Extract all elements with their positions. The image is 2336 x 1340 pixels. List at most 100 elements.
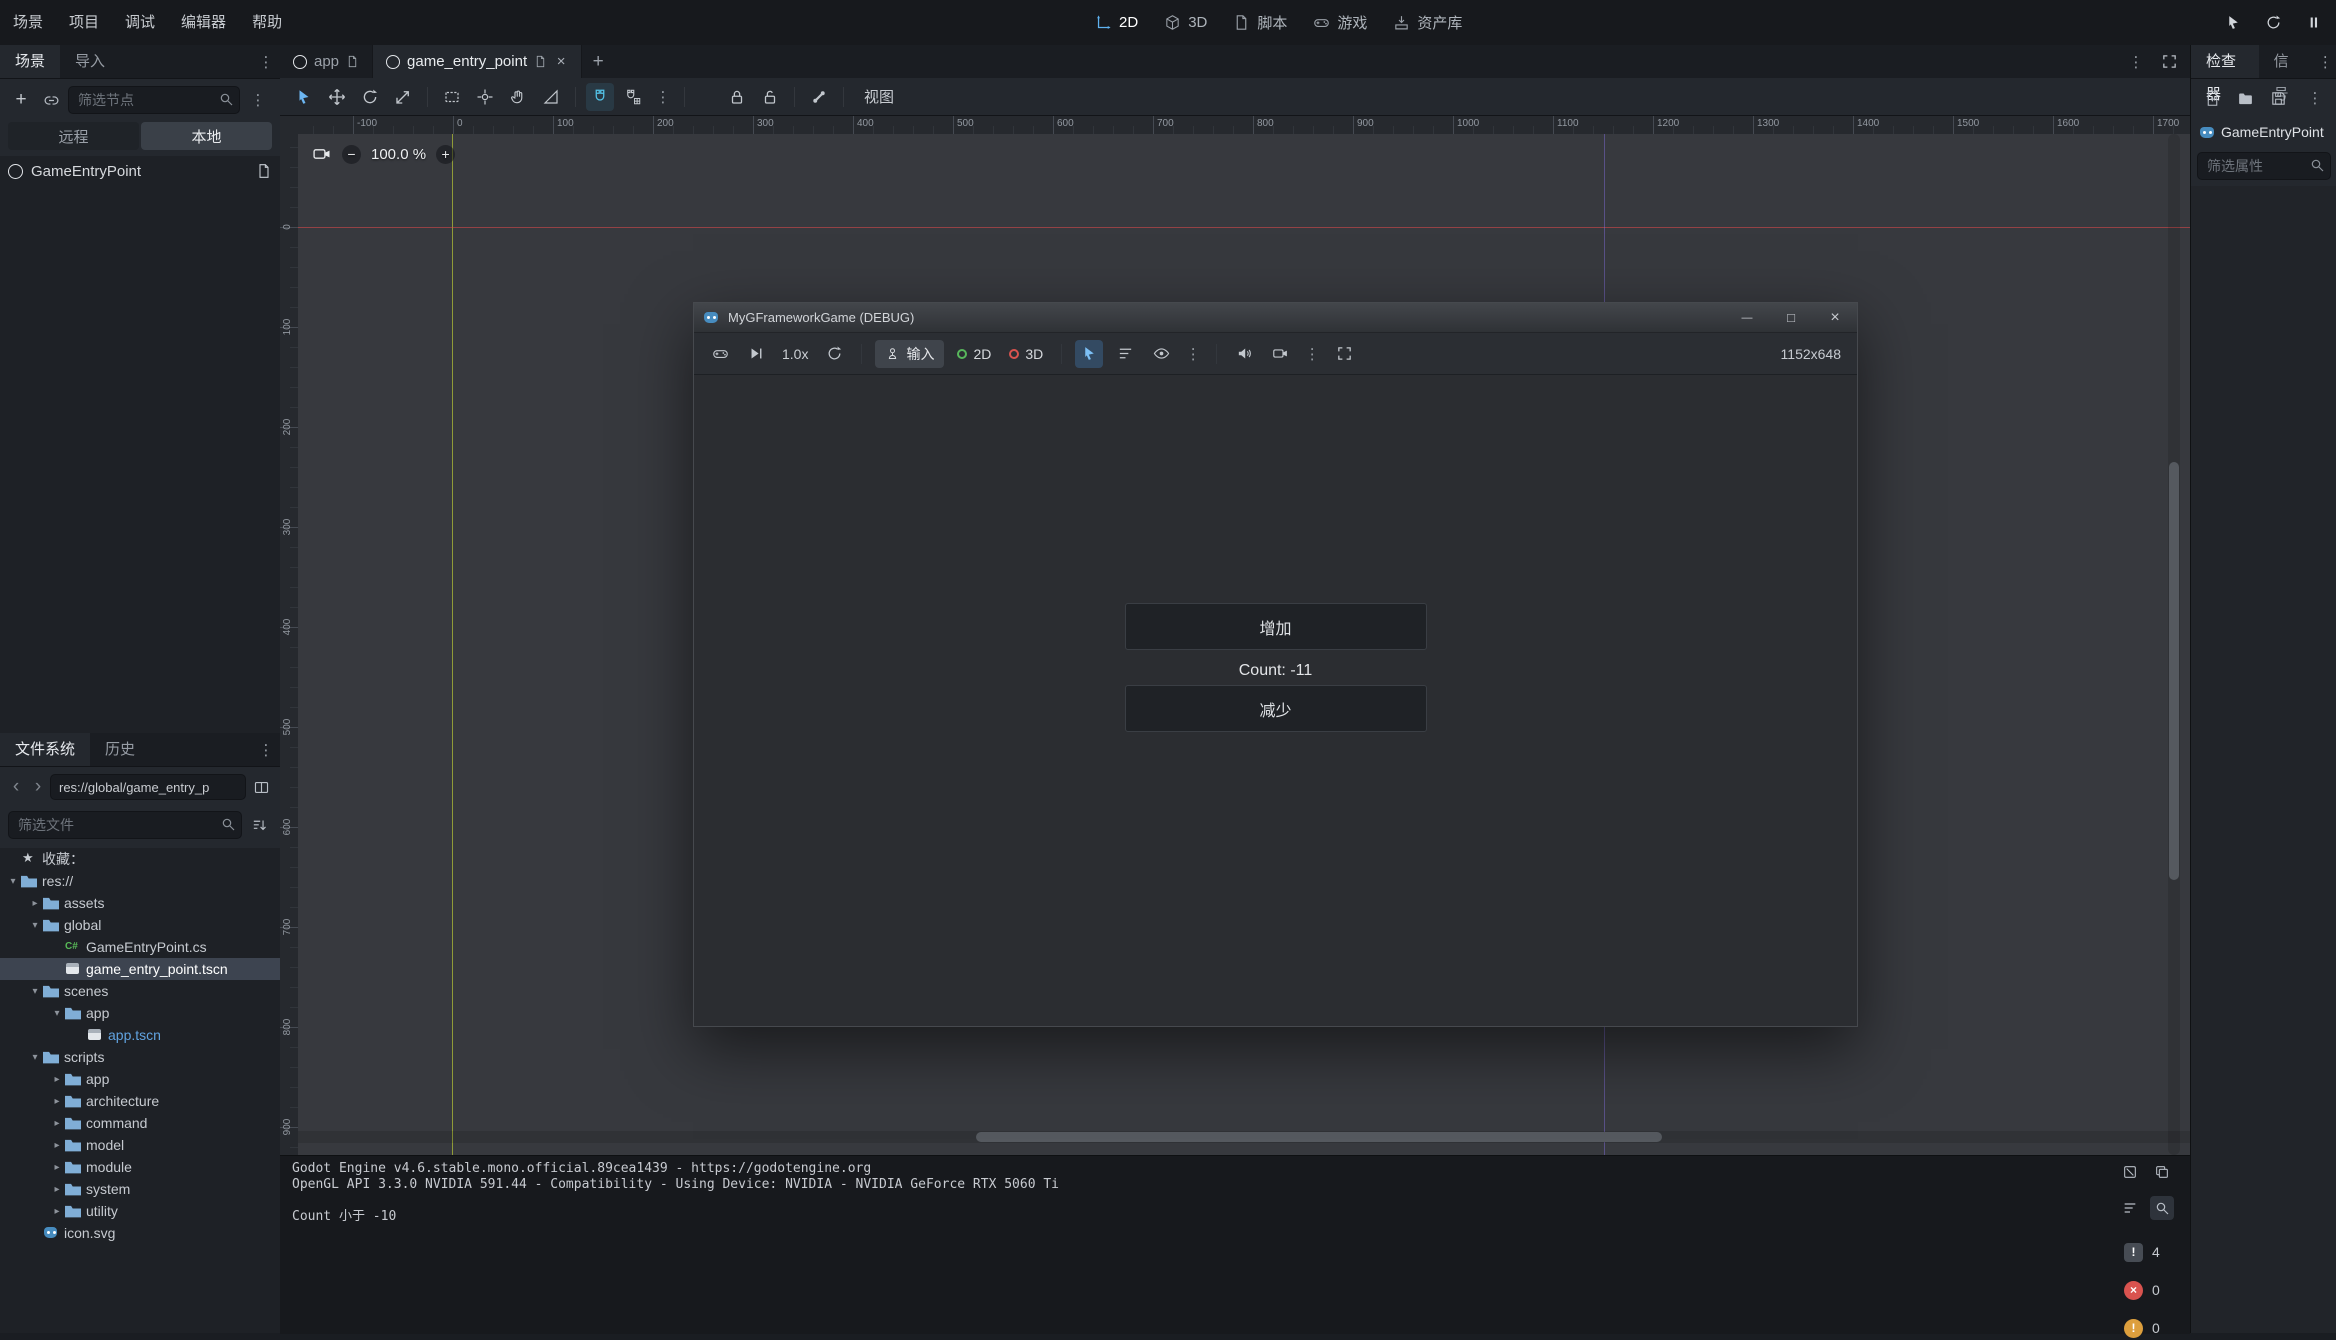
expand-arrow-icon[interactable]: [6, 876, 20, 887]
tab-history[interactable]: 历史: [90, 733, 150, 766]
expand-arrow-icon[interactable]: [50, 1184, 64, 1195]
next-frame-button[interactable]: [742, 340, 770, 368]
file-tree-row[interactable]: model: [0, 1134, 280, 1156]
file-tree-row[interactable]: app: [0, 1068, 280, 1090]
list-select-button[interactable]: [438, 83, 466, 111]
collapse-duplicates-button[interactable]: [2118, 1196, 2142, 1220]
output-filter-counter[interactable]: 4: [2124, 1240, 2160, 1264]
local-button[interactable]: 本地: [141, 122, 272, 150]
expand-arrow-icon[interactable]: [50, 1096, 64, 1107]
close-button[interactable]: [1813, 303, 1857, 332]
pause-button[interactable]: [2300, 10, 2326, 36]
scene-tree-options-icon[interactable]: [244, 91, 272, 109]
file-tree-row[interactable]: utility: [0, 1200, 280, 1222]
remote-button[interactable]: 远程: [8, 122, 139, 150]
expand-arrow-icon[interactable]: [28, 920, 42, 931]
file-tree-row[interactable]: scripts: [0, 1046, 280, 1068]
horizontal-ruler[interactable]: -100010020030040050060070080090010001100…: [298, 116, 2190, 135]
close-tab-icon[interactable]: [554, 53, 568, 70]
menu-project[interactable]: 项目: [56, 0, 112, 45]
smart-snap-button[interactable]: [586, 83, 614, 111]
tab-signals[interactable]: 信号: [2259, 45, 2314, 78]
output-filter-counter[interactable]: 0: [2124, 1316, 2160, 1340]
increase-button[interactable]: 增加: [1125, 603, 1427, 650]
rotate-tool-button[interactable]: [356, 83, 384, 111]
add-node-button[interactable]: [8, 87, 34, 113]
expand-arrow-icon[interactable]: [50, 1206, 64, 1217]
clear-output-button[interactable]: [2118, 1160, 2142, 1184]
game-debug-window[interactable]: MyGFrameworkGame (DEBUG) 1.0x 输入 2D 3D 1…: [693, 302, 1858, 1027]
skeleton-options-button[interactable]: [805, 83, 833, 111]
workspace-script-button[interactable]: 脚本: [1233, 12, 1287, 33]
new-scene-tab-button[interactable]: [582, 45, 614, 78]
dock-menu-icon[interactable]: [2314, 45, 2336, 78]
scale-tool-button[interactable]: [389, 83, 417, 111]
pivot-tool-button[interactable]: [471, 83, 499, 111]
save-resource-button[interactable]: [2265, 85, 2291, 111]
input-mode-button[interactable]: 输入: [875, 340, 944, 368]
sort-files-button[interactable]: [246, 812, 272, 838]
attached-script-icon[interactable]: [256, 163, 272, 179]
reset-speed-button[interactable]: [820, 340, 848, 368]
menu-debug[interactable]: 调试: [112, 0, 168, 45]
expand-arrow-icon[interactable]: [28, 898, 42, 909]
fullscreen-button[interactable]: [1330, 340, 1358, 368]
workspace-2d-button[interactable]: 2D: [1095, 14, 1138, 31]
scrollbar-thumb[interactable]: [2169, 462, 2179, 880]
expand-arrow-icon[interactable]: [50, 1008, 64, 1019]
workspace-3d-button[interactable]: 3D: [1164, 14, 1207, 31]
file-tree-row[interactable]: app.tscn: [0, 1024, 280, 1046]
restart-button[interactable]: [2260, 10, 2286, 36]
file-tree-row[interactable]: command: [0, 1112, 280, 1134]
new-resource-button[interactable]: [2199, 85, 2225, 111]
file-tree-row[interactable]: 收藏：: [0, 848, 280, 870]
file-tree-row[interactable]: system: [0, 1178, 280, 1200]
menu-editor[interactable]: 编辑器: [168, 0, 239, 45]
scrollbar-thumb[interactable]: [976, 1132, 1662, 1142]
minimize-button[interactable]: [1725, 303, 1769, 332]
pick-options-icon[interactable]: [1183, 345, 1203, 363]
move-tool-button[interactable]: [323, 83, 351, 111]
3d-mode-button[interactable]: 3D: [1004, 346, 1048, 362]
lock-selection-button[interactable]: [723, 83, 751, 111]
expand-arrow-icon[interactable]: [28, 1052, 42, 1063]
vertical-ruler[interactable]: 0100200300400500600700800900: [280, 134, 299, 1155]
file-tree-row[interactable]: global: [0, 914, 280, 936]
back-icon[interactable]: ‹: [6, 774, 26, 800]
ruler-tool-button[interactable]: [537, 83, 565, 111]
scene-tab-app[interactable]: app: [280, 45, 373, 78]
file-tree-row[interactable]: res://: [0, 870, 280, 892]
decrease-button[interactable]: 减少: [1125, 685, 1427, 732]
scene-tree-root-row[interactable]: GameEntryPoint: [0, 156, 280, 186]
scene-filter-input[interactable]: [68, 86, 240, 114]
select-tool-button[interactable]: [290, 83, 318, 111]
camera-override-icon[interactable]: [312, 144, 332, 164]
pan-tool-button[interactable]: [504, 83, 532, 111]
forward-icon[interactable]: ›: [28, 774, 48, 800]
workspace-game-button[interactable]: 游戏: [1313, 12, 1367, 33]
inspected-node-row[interactable]: GameEntryPoint: [2191, 118, 2336, 146]
tab-scene[interactable]: 场景: [0, 45, 60, 78]
inspector-options-icon[interactable]: [2301, 89, 2329, 107]
time-scale-button[interactable]: 1.0x: [778, 346, 812, 362]
file-tree-row[interactable]: app: [0, 1002, 280, 1024]
path-field[interactable]: [50, 774, 246, 800]
maximize-button[interactable]: [1769, 303, 1813, 332]
canvas-vertical-scrollbar[interactable]: [2168, 134, 2180, 1155]
dock-menu-icon[interactable]: [252, 733, 280, 766]
dock-menu-icon[interactable]: [252, 45, 280, 78]
workspace-assetlib-button[interactable]: 资产库: [1393, 12, 1462, 33]
view-menu-button[interactable]: 视图: [854, 86, 904, 107]
expand-arrow-icon[interactable]: [28, 986, 42, 997]
file-tree-row[interactable]: scenes: [0, 980, 280, 1002]
file-filter-input[interactable]: [8, 811, 242, 839]
file-tree-row[interactable]: architecture: [0, 1090, 280, 1112]
expand-arrow-icon[interactable]: [50, 1118, 64, 1129]
unlock-selection-button[interactable]: [756, 83, 784, 111]
2d-mode-button[interactable]: 2D: [952, 346, 996, 362]
menu-help[interactable]: 帮助: [239, 0, 295, 45]
camera-override-button[interactable]: [1266, 340, 1294, 368]
file-tree-row[interactable]: icon.svg: [0, 1222, 280, 1244]
tab-list-icon[interactable]: [2122, 53, 2150, 71]
node-list-button[interactable]: [1111, 340, 1139, 368]
